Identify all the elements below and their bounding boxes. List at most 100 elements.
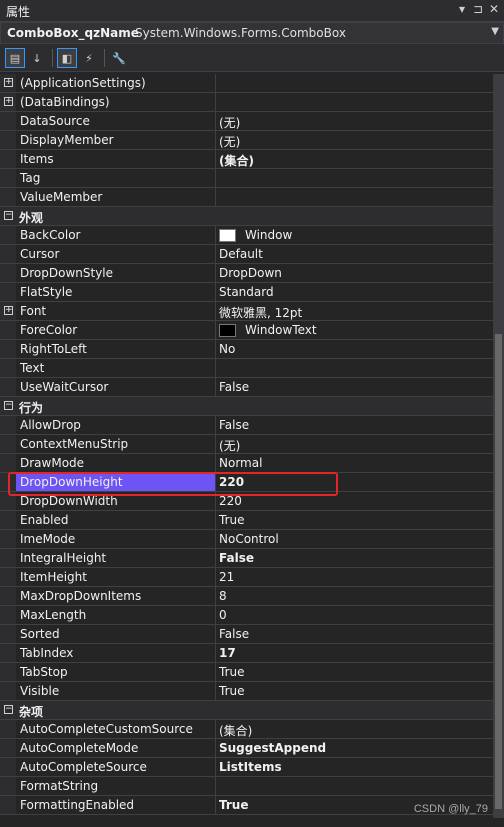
scrollbar-thumb[interactable] — [495, 334, 502, 809]
column-splitter[interactable] — [215, 416, 216, 434]
pin-icon[interactable]: ⊐ — [470, 2, 486, 16]
property-row[interactable]: TabIndex 17 — [0, 644, 493, 663]
property-row[interactable]: ItemHeight 21 — [0, 568, 493, 587]
property-row[interactable]: Visible True — [0, 682, 493, 701]
property-row[interactable]: ValueMember — [0, 188, 493, 207]
property-value[interactable]: 21 — [219, 570, 234, 584]
expand-icon[interactable]: + — [4, 78, 13, 87]
property-row[interactable]: ContextMenuStrip (无) — [0, 435, 493, 454]
column-splitter[interactable] — [215, 93, 216, 111]
column-splitter[interactable] — [215, 568, 216, 586]
property-row[interactable]: FlatStyle Standard — [0, 283, 493, 302]
property-row[interactable]: MaxLength 0 — [0, 606, 493, 625]
alphabetical-icon[interactable]: ↓ — [27, 48, 47, 68]
column-splitter[interactable] — [215, 150, 216, 168]
category-row[interactable]: − 杂项 — [0, 701, 493, 720]
column-splitter[interactable] — [215, 530, 216, 548]
property-value[interactable]: (集合) — [219, 722, 252, 739]
property-value[interactable]: True — [219, 513, 245, 527]
property-value[interactable]: True — [219, 665, 245, 679]
property-row[interactable]: RightToLeft No — [0, 340, 493, 359]
property-value[interactable]: True — [219, 798, 248, 812]
column-splitter[interactable] — [215, 131, 216, 149]
property-value[interactable]: Default — [219, 247, 263, 261]
property-value[interactable]: (无) — [219, 437, 240, 454]
events-lightning-icon[interactable]: ⚡ — [79, 48, 99, 68]
property-value[interactable]: Standard — [219, 285, 274, 299]
property-row[interactable]: MaxDropDownItems 8 — [0, 587, 493, 606]
property-value[interactable]: No — [219, 342, 235, 356]
property-row[interactable]: FormatString — [0, 777, 493, 796]
column-splitter[interactable] — [215, 74, 216, 92]
property-row[interactable]: UseWaitCursor False — [0, 378, 493, 397]
property-row[interactable]: BackColor Window — [0, 226, 493, 245]
property-row[interactable]: DrawMode Normal — [0, 454, 493, 473]
categorized-icon[interactable]: ▤ — [5, 48, 25, 68]
property-row[interactable]: IntegralHeight False — [0, 549, 493, 568]
collapse-icon[interactable]: − — [4, 401, 13, 410]
column-splitter[interactable] — [215, 169, 216, 187]
property-value[interactable]: 微软雅黑, 12pt — [219, 304, 302, 321]
column-splitter[interactable] — [215, 796, 216, 814]
column-splitter[interactable] — [215, 435, 216, 453]
property-row[interactable]: TabStop True — [0, 663, 493, 682]
collapse-icon[interactable]: − — [4, 705, 13, 714]
property-value[interactable]: False — [219, 551, 254, 565]
collapse-icon[interactable]: − — [4, 211, 13, 220]
property-value[interactable]: WindowText — [245, 323, 317, 337]
column-splitter[interactable] — [215, 606, 216, 624]
close-icon[interactable]: ✕ — [486, 2, 502, 16]
property-value[interactable]: 8 — [219, 589, 227, 603]
property-row[interactable]: Text — [0, 359, 493, 378]
property-value[interactable]: 220 — [219, 494, 242, 508]
object-selector-dropdown[interactable]: ComboBox_qzName System.Windows.Forms.Com… — [0, 22, 504, 44]
property-row[interactable]: + (DataBindings) — [0, 93, 493, 112]
category-row[interactable]: − 行为 — [0, 397, 493, 416]
property-row[interactable]: + (ApplicationSettings) — [0, 74, 493, 93]
column-splitter[interactable] — [215, 663, 216, 681]
column-splitter[interactable] — [215, 739, 216, 757]
column-splitter[interactable] — [215, 454, 216, 472]
property-value[interactable]: 17 — [219, 646, 236, 660]
property-row[interactable]: ImeMode NoControl — [0, 530, 493, 549]
column-splitter[interactable] — [215, 245, 216, 263]
properties-icon[interactable]: ◧ — [57, 48, 77, 68]
column-splitter[interactable] — [215, 226, 216, 244]
column-splitter[interactable] — [215, 112, 216, 130]
column-splitter[interactable] — [215, 511, 216, 529]
column-splitter[interactable] — [215, 378, 216, 396]
property-row[interactable]: AutoCompleteMode SuggestAppend — [0, 739, 493, 758]
property-value[interactable]: False — [219, 627, 249, 641]
property-value[interactable]: (无) — [219, 133, 240, 150]
property-value[interactable]: NoControl — [219, 532, 279, 546]
property-value[interactable]: True — [219, 684, 245, 698]
column-splitter[interactable] — [215, 264, 216, 282]
property-value[interactable]: False — [219, 380, 249, 394]
column-splitter[interactable] — [215, 340, 216, 358]
category-row[interactable]: − 外观 — [0, 207, 493, 226]
property-row[interactable]: AllowDrop False — [0, 416, 493, 435]
property-row[interactable]: Sorted False — [0, 625, 493, 644]
vertical-scrollbar[interactable] — [493, 74, 504, 818]
column-splitter[interactable] — [215, 720, 216, 738]
column-splitter[interactable] — [215, 302, 216, 320]
column-splitter[interactable] — [215, 682, 216, 700]
column-splitter[interactable] — [215, 549, 216, 567]
property-value[interactable]: Normal — [219, 456, 262, 470]
property-value[interactable]: (集合) — [219, 152, 254, 169]
column-splitter[interactable] — [215, 188, 216, 206]
property-row[interactable]: + Font 微软雅黑, 12pt — [0, 302, 493, 321]
column-splitter[interactable] — [215, 625, 216, 643]
property-value[interactable]: SuggestAppend — [219, 741, 326, 755]
property-row[interactable]: Cursor Default — [0, 245, 493, 264]
expand-icon[interactable]: + — [4, 97, 13, 106]
property-row[interactable]: DropDownStyle DropDown — [0, 264, 493, 283]
property-value[interactable]: False — [219, 418, 249, 432]
property-value[interactable]: (无) — [219, 114, 240, 131]
column-splitter[interactable] — [215, 758, 216, 776]
property-row[interactable]: Items (集合) — [0, 150, 493, 169]
property-row[interactable]: DisplayMember (无) — [0, 131, 493, 150]
property-row[interactable]: Tag — [0, 169, 493, 188]
property-row[interactable]: DataSource (无) — [0, 112, 493, 131]
column-splitter[interactable] — [215, 644, 216, 662]
